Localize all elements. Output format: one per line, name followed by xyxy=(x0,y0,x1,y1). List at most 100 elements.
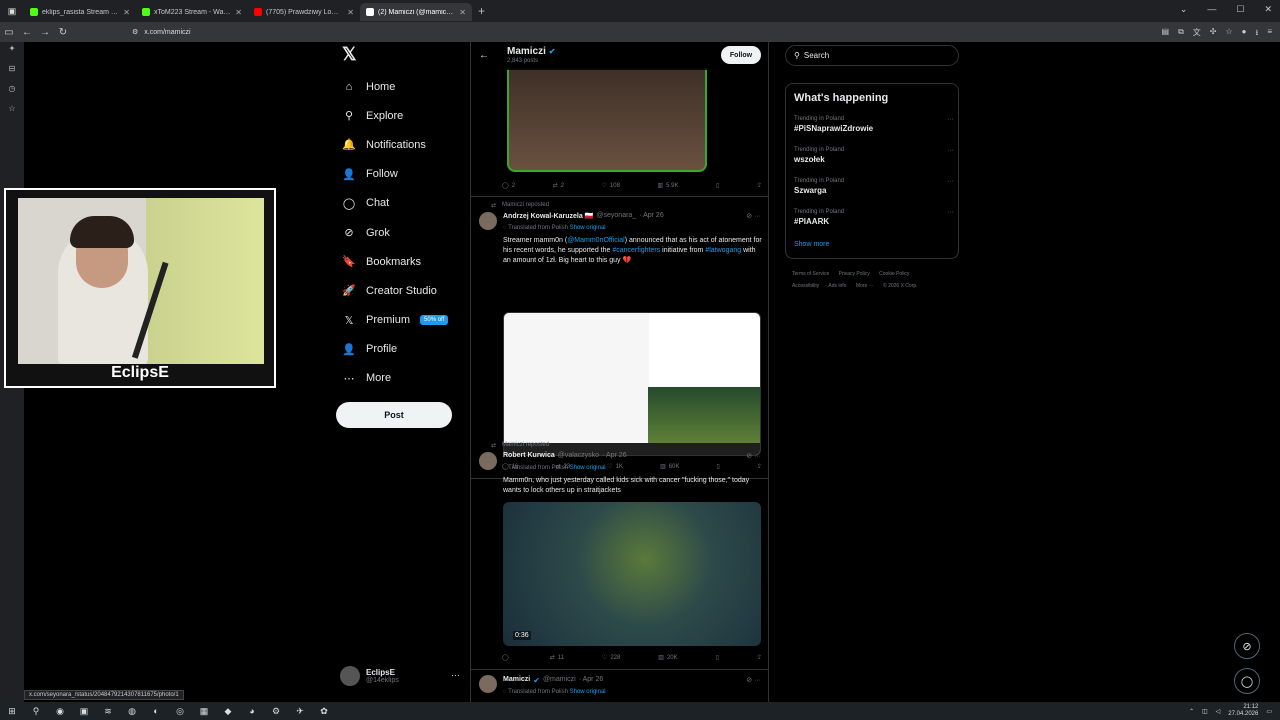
tab-list-icon[interactable]: ⌄ xyxy=(1180,4,1188,15)
close-tab-icon[interactable]: ✕ xyxy=(123,8,130,17)
author-name[interactable]: Robert Kurwica xyxy=(503,452,555,459)
views-button[interactable]: ▥ 20K xyxy=(658,654,677,662)
author-handle[interactable]: @seyonara_ xyxy=(596,212,636,220)
app-icon[interactable]: ≋ xyxy=(96,702,120,720)
forward-icon[interactable]: → xyxy=(36,27,54,38)
sidebar-favorites-icon[interactable]: ☆ xyxy=(0,104,24,122)
messages-float-button[interactable]: ◯ xyxy=(1234,668,1260,694)
post-button[interactable]: Post xyxy=(336,402,452,428)
reader-icon[interactable]: ▤ xyxy=(1162,27,1170,41)
tray-expand-icon[interactable]: ⌃ xyxy=(1189,708,1194,715)
footer-link[interactable]: Ads info xyxy=(828,283,846,289)
bookmark-button[interactable]: ▯ xyxy=(716,182,719,189)
trend-item[interactable]: Trending in Poland wszołek ··· xyxy=(794,147,954,164)
more-options-icon[interactable]: ⊘ ··· xyxy=(746,676,761,684)
x-logo-icon[interactable]: 𝕏 xyxy=(336,44,466,72)
minimize-icon[interactable]: — xyxy=(1207,4,1216,15)
browser-tab[interactable]: xToM223 Stream - Watch L ✕ xyxy=(136,3,248,21)
tweet-media-image[interactable] xyxy=(507,68,707,172)
reply-button[interactable]: ◯ xyxy=(502,654,512,661)
clock[interactable]: 21:12 27.04.2026 xyxy=(1228,704,1258,718)
spotify-icon[interactable]: ◎ xyxy=(168,702,192,720)
trend-item[interactable]: Trending in Poland Szwarga ··· xyxy=(794,178,954,195)
avatar[interactable] xyxy=(479,212,497,230)
tweet-media-image[interactable] xyxy=(503,312,761,456)
more-options-icon[interactable]: ⊘ ··· xyxy=(746,212,761,220)
trend-item[interactable]: Trending in Poland #PIAARK ··· xyxy=(794,209,954,226)
repost-button[interactable]: ⇄ 11 xyxy=(550,654,564,662)
profile-icon[interactable]: ● xyxy=(1242,27,1247,41)
more-dots-icon[interactable]: ··· xyxy=(947,147,954,154)
share-button[interactable]: ⇪ xyxy=(757,654,762,661)
nav-bookmarks[interactable]: 🔖 Bookmarks xyxy=(336,247,466,276)
new-tab-icon[interactable]: + xyxy=(478,4,485,18)
nav-chat[interactable]: ◯ Chat xyxy=(336,189,466,218)
maximize-icon[interactable]: ☐ xyxy=(1236,4,1244,15)
show-original-link[interactable]: Show original xyxy=(570,465,606,471)
tab-actions-icon[interactable]: ▣ xyxy=(0,2,24,20)
share-button[interactable]: ⇪ xyxy=(757,463,762,470)
extensions-icon[interactable]: ✣ xyxy=(1210,27,1217,41)
app-icon[interactable]: ◐ xyxy=(144,702,168,720)
site-info-icon[interactable]: ⚙ xyxy=(132,28,138,36)
translate-icon[interactable]: 文 xyxy=(1193,27,1201,41)
more-dots-icon[interactable]: ··· xyxy=(947,209,954,216)
follow-button[interactable]: Follow xyxy=(721,46,761,64)
hashtag-link[interactable]: #cancerfighters xyxy=(612,247,660,254)
footer-link[interactable]: More ··· xyxy=(856,283,874,289)
author-handle[interactable]: @valaczysko xyxy=(558,452,599,459)
close-window-icon[interactable]: ✕ xyxy=(1264,4,1272,15)
search-icon[interactable]: ⚲ xyxy=(24,702,48,720)
browser-tab-active[interactable]: (2) Mamiczi (@mamiczi) / X ✕ xyxy=(360,3,472,21)
footer-link[interactable]: Accessibility xyxy=(792,283,819,289)
notifications-icon[interactable]: ▭ xyxy=(1266,708,1272,715)
app-icon[interactable]: ✈ xyxy=(288,702,312,720)
bookmark-button[interactable]: ▯ xyxy=(717,463,720,470)
like-button[interactable]: ♡ 108 xyxy=(602,182,620,190)
sidebar-history-icon[interactable]: ◷ xyxy=(0,84,24,102)
app-icon[interactable]: ◆ xyxy=(216,702,240,720)
author-handle[interactable]: @mamiczi xyxy=(543,676,576,685)
app-icon[interactable]: ▦ xyxy=(192,702,216,720)
more-options-icon[interactable]: ⊘ ··· xyxy=(746,452,761,460)
app-icon[interactable]: ▣ xyxy=(72,702,96,720)
author-name[interactable]: Andrzej Kowal-Karuzela 🇵🇱 xyxy=(503,212,593,220)
back-icon[interactable]: ← xyxy=(18,27,36,38)
nav-home[interactable]: ⌂ Home xyxy=(336,72,466,101)
avatar[interactable] xyxy=(479,452,497,470)
footer-link[interactable]: Privacy Policy xyxy=(839,271,870,277)
account-switcher[interactable]: EclipsE @14eklips ··· xyxy=(340,666,460,686)
like-button[interactable]: ♡ 1K xyxy=(607,463,623,471)
tweet-video[interactable]: 0:36 xyxy=(503,502,761,646)
tweet-date[interactable]: · Apr 26 xyxy=(639,212,664,220)
nav-grok[interactable]: ⊘ Grok xyxy=(336,218,466,247)
sidebar-add-icon[interactable]: ✦ xyxy=(0,44,24,62)
more-dots-icon[interactable]: ··· xyxy=(947,178,954,185)
app-icon[interactable]: ✿ xyxy=(312,702,336,720)
footer-link[interactable]: Cookie Policy xyxy=(879,271,909,277)
volume-icon[interactable]: ◁ xyxy=(1216,708,1221,715)
close-tab-icon[interactable]: ✕ xyxy=(347,8,354,17)
reload-icon[interactable]: ↻ xyxy=(54,27,72,38)
nav-creator-studio[interactable]: 🚀 Creator Studio xyxy=(336,276,466,305)
mention-link[interactable]: @Mamm0nOfficial xyxy=(567,237,625,244)
views-button[interactable]: ▥ 60K xyxy=(660,463,679,471)
nav-follow[interactable]: 👤 Follow xyxy=(336,160,466,189)
trend-item[interactable]: Trending in Poland #PiSNaprawiZdrowie ··… xyxy=(794,116,954,133)
download-icon[interactable]: ⭳ xyxy=(1256,27,1259,41)
author-name[interactable]: Mamiczi xyxy=(503,676,530,685)
reply-button[interactable]: ◯ 2 xyxy=(502,182,515,190)
views-button[interactable]: ▥ 5.9K xyxy=(657,182,678,190)
share-button[interactable]: ⇪ xyxy=(757,182,762,189)
nav-notifications[interactable]: 🔔 Notifications xyxy=(336,130,466,159)
close-tab-icon[interactable]: ✕ xyxy=(235,8,242,17)
windows-start-icon[interactable]: ⊞ xyxy=(0,702,24,720)
menu-icon[interactable]: ≡ xyxy=(1267,27,1272,41)
tweet-date[interactable]: · Apr 26 xyxy=(579,676,604,685)
steam-icon[interactable]: ⚙ xyxy=(264,702,288,720)
tweet-date[interactable]: · Apr 26 xyxy=(602,452,627,459)
show-original-link[interactable]: Show original xyxy=(570,225,606,231)
nav-premium[interactable]: 𝕏 Premium 50% off xyxy=(336,306,466,335)
discord-icon[interactable]: ◕ xyxy=(240,702,264,720)
back-arrow-icon[interactable]: ← xyxy=(479,50,489,61)
